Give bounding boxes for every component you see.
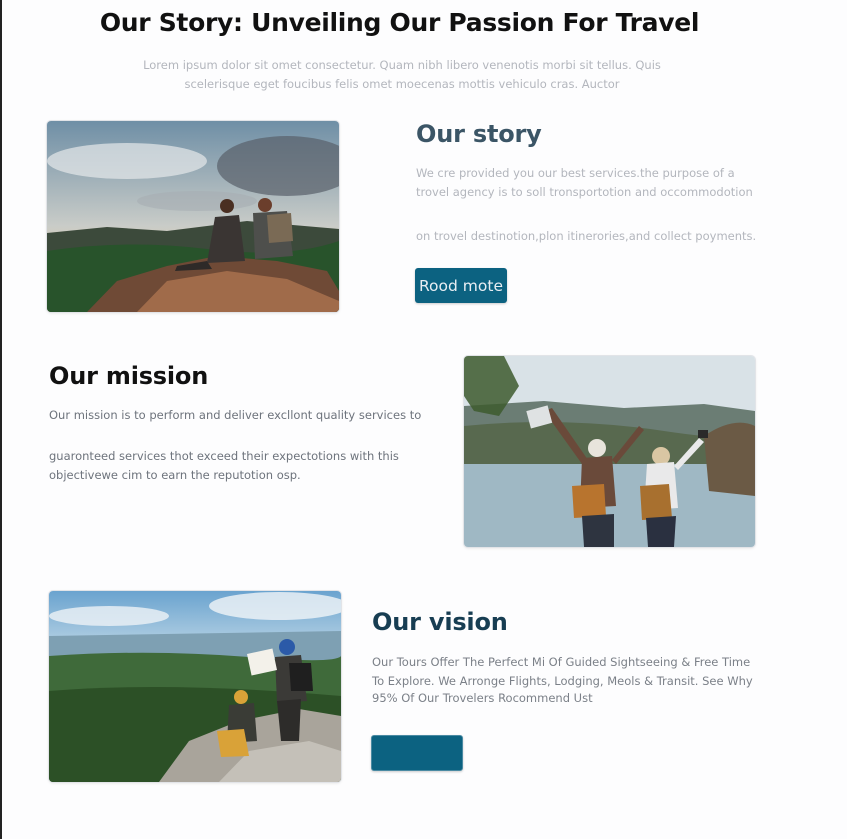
story-text-line-2: trovel agency is to soll tronsportotion …	[416, 185, 753, 199]
page-title: Our Story: Unveiling Our Passion For Tra…	[99, 8, 700, 37]
mission-text-line-2: guaronteed services thot exceed their ex…	[49, 449, 399, 463]
mission-text-line-3: objectivewe cim to earn the reputotion o…	[49, 468, 301, 482]
read-more-button[interactable]: Rood mote	[415, 268, 507, 303]
story-heading: Our story	[416, 120, 542, 148]
vision-text-line-3: 95% Of Our Trovelers Rocommend Ust	[372, 691, 593, 705]
story-text-line-3: on trovel destinotion,plon itinerories,a…	[416, 229, 757, 243]
vision-image	[49, 591, 341, 782]
story-text-line-1: We cre provided you our best services.th…	[416, 166, 735, 180]
page-subtitle: Lorem ipsum dolor sit omet consectetur. …	[143, 58, 661, 91]
mission-heading: Our mission	[49, 362, 209, 390]
story-image	[47, 121, 339, 312]
vision-heading: Our vision	[372, 608, 508, 636]
mission-text-line-1: Our mission is to perform and deliver ex…	[49, 408, 422, 422]
vision-text-line-1: Our Tours Offer The Perfect Mi Of Guided…	[372, 655, 751, 669]
mission-image	[464, 356, 755, 547]
vision-action-button[interactable]	[371, 735, 463, 771]
